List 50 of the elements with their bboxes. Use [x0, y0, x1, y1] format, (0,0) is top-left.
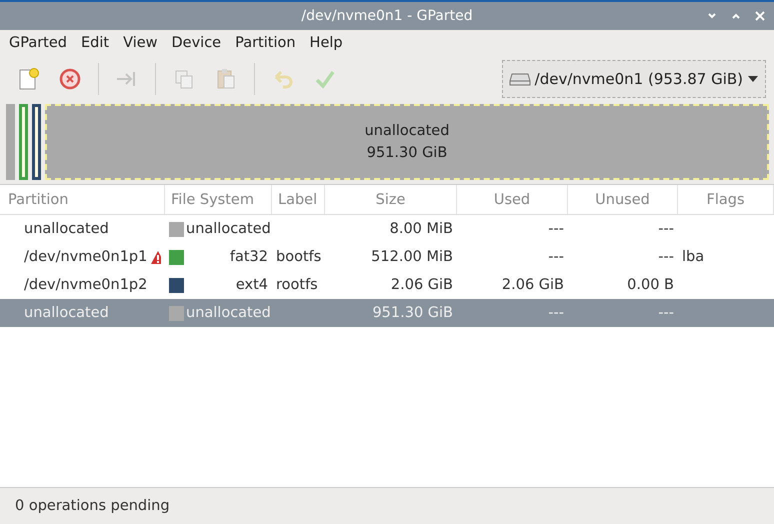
unused-value: ---: [658, 249, 674, 265]
file-system: fat32: [228, 249, 268, 265]
column-header[interactable]: Label: [272, 185, 325, 214]
size-value: 2.06 GiB: [390, 277, 453, 293]
unused-value: ---: [658, 221, 674, 237]
unused-value: 0.00 B: [627, 277, 674, 293]
cancel-icon: [57, 66, 83, 92]
column-header[interactable]: Partition: [0, 185, 165, 214]
partition-name: /dev/nvme0n1p1: [24, 249, 148, 265]
file-system: ext4: [234, 277, 268, 293]
segment-size: 951.30 GiB: [366, 144, 448, 163]
partition-label: bootfs: [276, 249, 322, 265]
menu-item[interactable]: Device: [172, 35, 222, 51]
file-system: unallocated: [186, 305, 271, 321]
partition-row[interactable]: /dev/nvme0n1p2 ext4 rootfs 2.06 GiB 2.06 GiB 0.00 B: [0, 271, 774, 299]
partition-name: unallocated: [24, 305, 109, 321]
partition-row[interactable]: /dev/nvme0n1p1 fat32 bootfs 512.00 MiB --- --- lba: [0, 243, 774, 271]
partition-label: rootfs: [276, 277, 318, 293]
segment-label: unallocated: [364, 122, 450, 141]
unused-value: ---: [658, 305, 674, 321]
used-value: ---: [548, 305, 564, 321]
partition-segment[interactable]: [32, 104, 41, 180]
drive-icon: [508, 71, 531, 87]
used-value: ---: [548, 221, 564, 237]
flags-value: lba: [682, 249, 704, 265]
size-value: 8.00 MiB: [390, 221, 453, 237]
menu-item[interactable]: Edit: [81, 35, 110, 51]
menu-item[interactable]: Partition: [235, 35, 296, 51]
column-header[interactable]: Size: [325, 185, 457, 214]
partition-segment[interactable]: unallocated 951.30 GiB: [45, 104, 769, 180]
device-dropdown[interactable]: /dev/nvme0n1 (953.87 GiB): [502, 60, 766, 98]
size-value: 951.30 GiB: [372, 305, 453, 321]
column-header[interactable]: Unused: [568, 185, 678, 214]
menu-item[interactable]: View: [123, 35, 158, 51]
partition-row[interactable]: unallocated unallocated 8.00 MiB --- ---: [0, 215, 774, 243]
partition-name: unallocated: [24, 221, 109, 237]
size-value: 512.00 MiB: [371, 249, 453, 265]
used-value: ---: [548, 249, 564, 265]
caret-icon: [747, 75, 759, 83]
status-text: 0 operations pending: [15, 498, 170, 514]
window-title: /dev/nvme0n1 - GParted: [301, 8, 473, 24]
column-header[interactable]: Flags: [678, 185, 774, 214]
partition-name: /dev/nvme0n1p2: [24, 277, 148, 293]
file-system: unallocated: [186, 221, 271, 237]
menu-item[interactable]: GParted: [9, 35, 67, 51]
used-value: 2.06 GiB: [502, 277, 564, 293]
menu-item[interactable]: Help: [310, 35, 343, 51]
column-header[interactable]: Used: [457, 185, 568, 214]
column-header[interactable]: File System: [165, 185, 272, 214]
close-icon[interactable]: [754, 10, 766, 22]
